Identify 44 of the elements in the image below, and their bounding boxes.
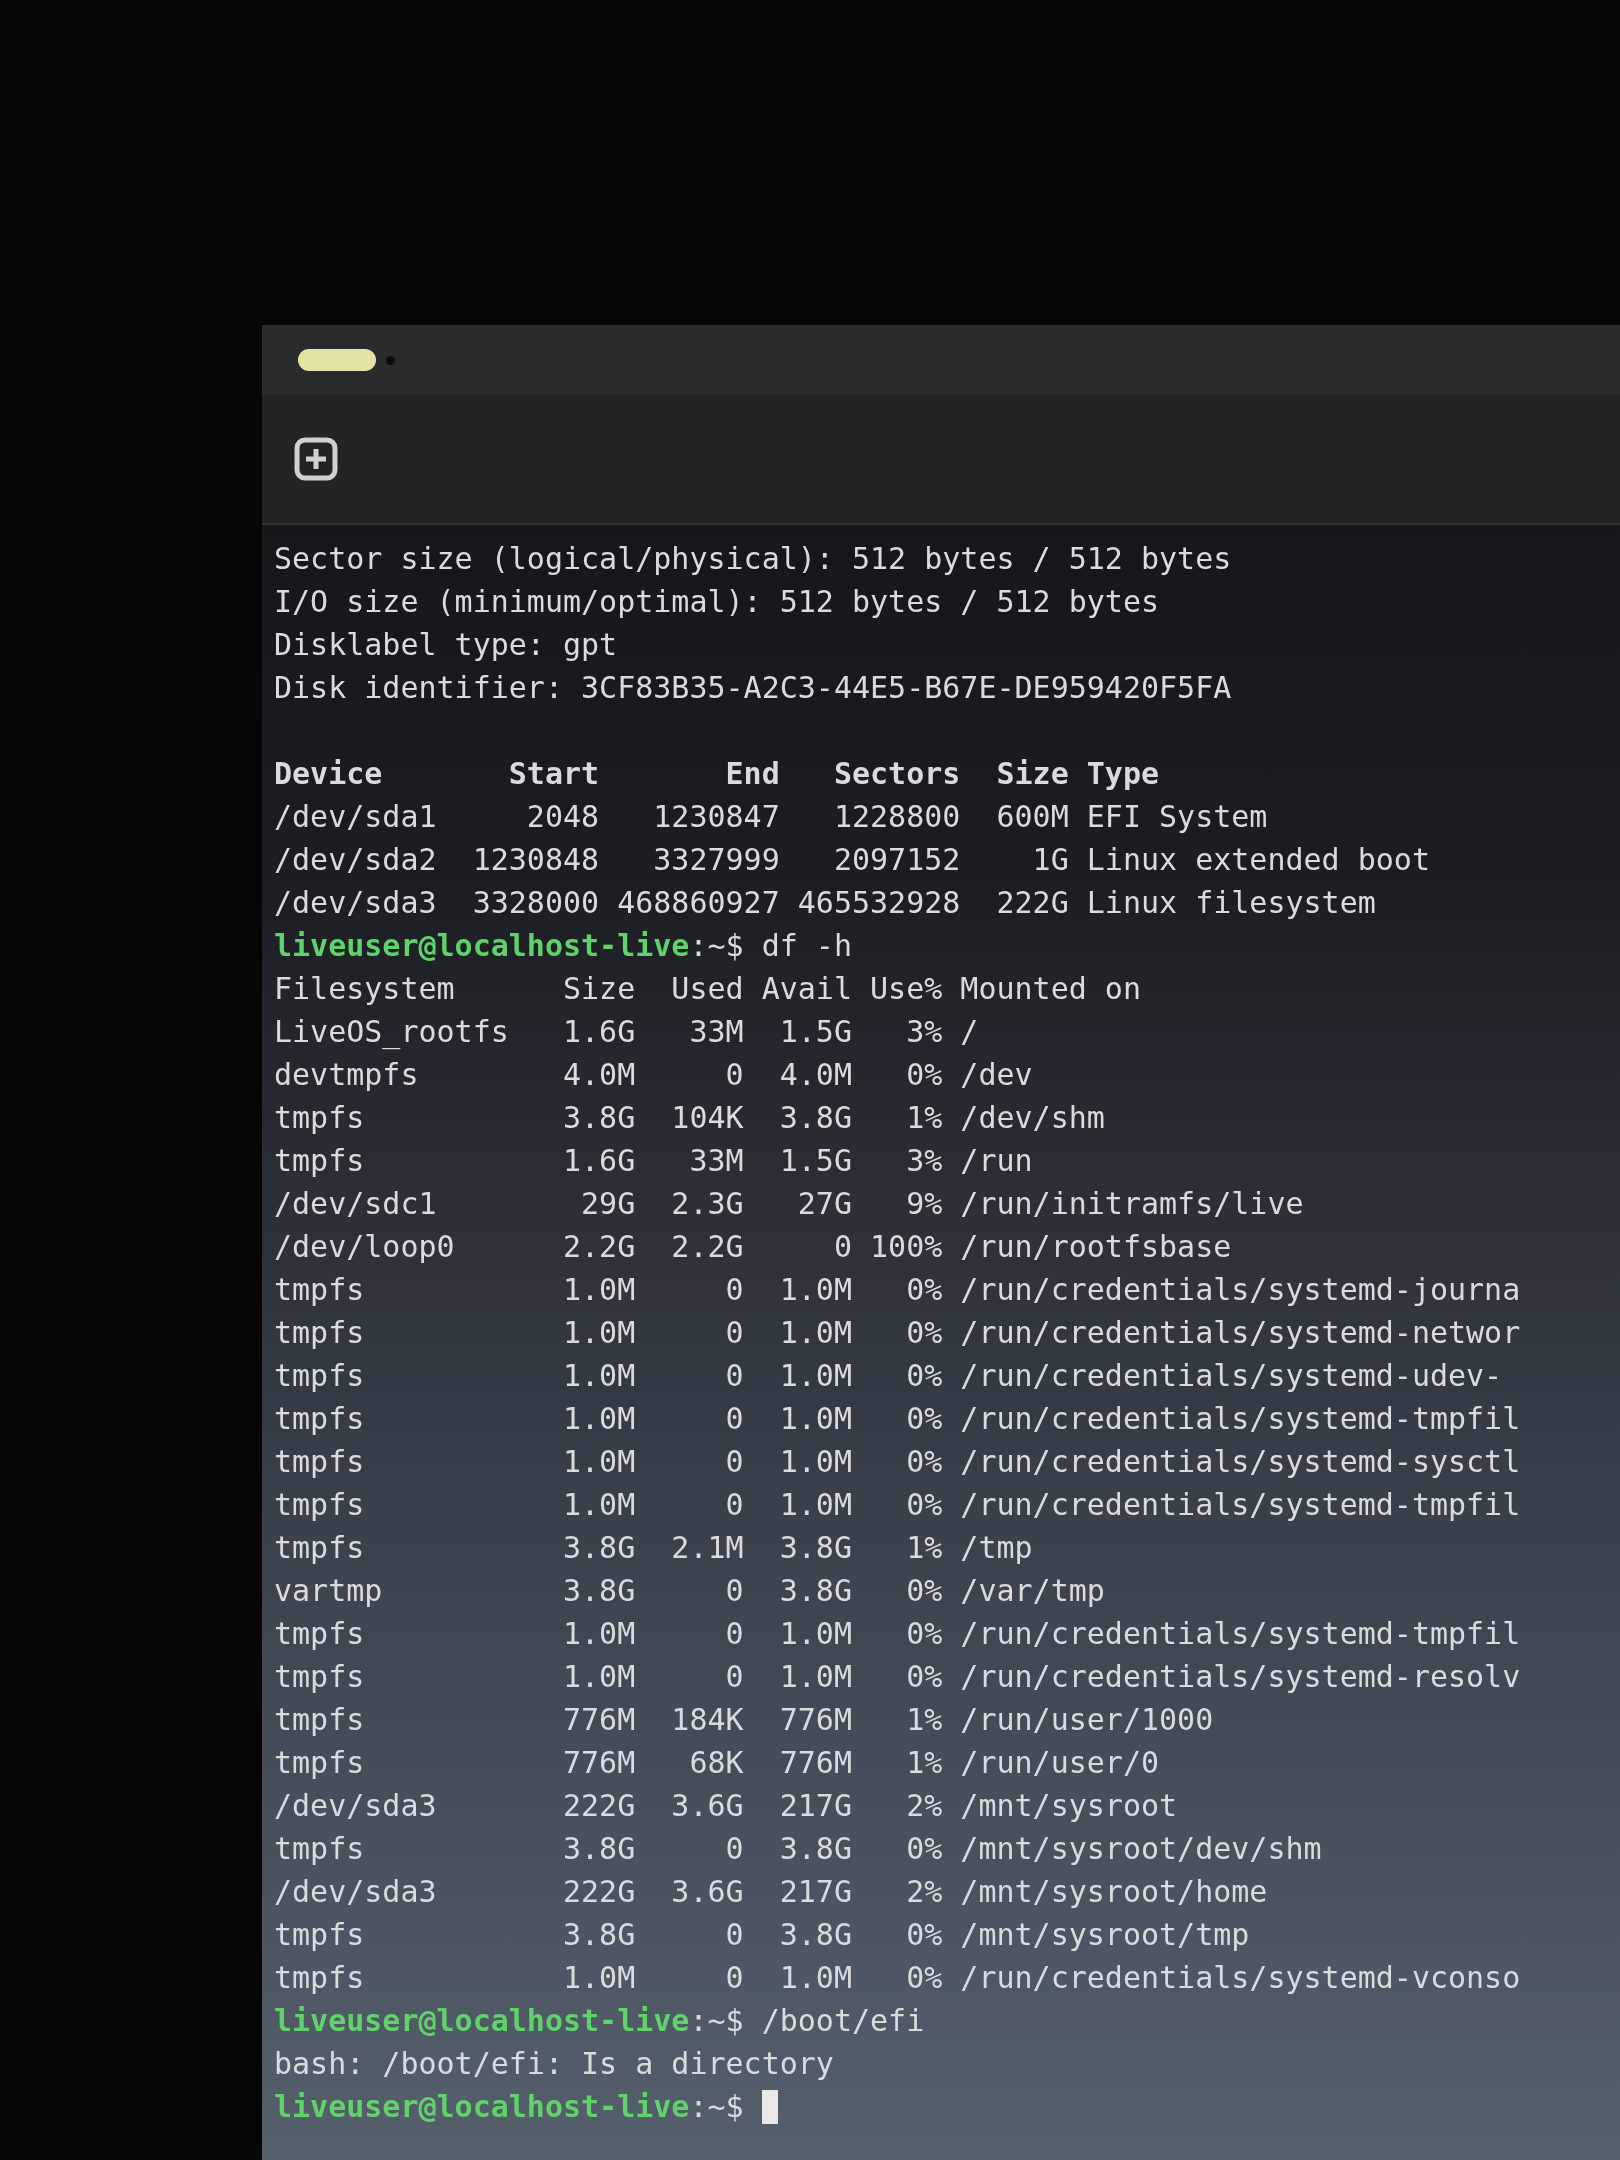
output-line: tmpfs 776M 184K 776M 1% /run/user/1000: [274, 1701, 1214, 1739]
output-line: /dev/sda3 3328000 468860927 465532928 222G Linux filesystem: [274, 884, 1376, 922]
output-line: tmpfs 1.0M 0 1.0M 0% /run/credentials/systemd-tmpfil: [274, 1486, 1521, 1524]
prompt-user-host: liveuser@localhost-live: [274, 927, 690, 965]
output-line: /dev/sda3 222G 3.6G 217G 2% /mnt/sysroot: [274, 1787, 1178, 1825]
output-line: LiveOS_rootfs 1.6G 33M 1.5G 3% /: [274, 1013, 979, 1052]
prompt-user-host: liveuser@localhost-live: [274, 2002, 690, 2040]
prompt-path: :~$: [689, 927, 744, 965]
output-line: /dev/sdc1 29G 2.3G 27G 9% /run/initramfs/live: [274, 1185, 1304, 1223]
output-line: tmpfs 1.0M 0 1.0M 0% /run/credentials/systemd-resolv: [274, 1658, 1521, 1696]
prompt-path: :~$: [689, 2002, 744, 2040]
command-text: /boot/efi: [760, 2002, 925, 2040]
dot-icon: [386, 355, 395, 365]
output-line: tmpfs 3.8G 0 3.8G 0% /mnt/sysroot/tmp: [274, 1916, 1250, 1954]
output-line: tmpfs 3.8G 0 3.8G 0% /mnt/sysroot/dev/shm: [274, 1830, 1322, 1868]
prompt-path: :~$: [689, 2088, 744, 2126]
output-line: tmpfs 1.6G 33M 1.5G 3% /run: [274, 1142, 1033, 1180]
output-line: /dev/sda2 1230848 3327999 2097152 1G Linux extended boot: [274, 841, 1430, 879]
prompt-user-host: liveuser@localhost-live: [274, 2088, 690, 2126]
output-line: tmpfs 1.0M 0 1.0M 0% /run/credentials/systemd-journa: [274, 1271, 1521, 1309]
new-tab-icon[interactable]: [294, 437, 338, 481]
output-line: I/O size (minimum/optimal): 512 bytes / 512 bytes: [274, 583, 1159, 621]
output-line: devtmpfs 4.0M 0 4.0M 0% /dev: [274, 1056, 1033, 1094]
output-line: tmpfs 3.8G 104K 3.8G 1% /dev/shm: [274, 1099, 1105, 1137]
command-text: df -h: [760, 927, 852, 965]
output-line: tmpfs 1.0M 0 1.0M 0% /run/credentials/systemd-tmpfil: [274, 1400, 1521, 1438]
output-line: tmpfs 1.0M 0 1.0M 0% /run/credentials/systemd-tmpfil: [274, 1615, 1521, 1653]
output-line: /dev/sda1 2048 1230847 1228800 600M EFI System: [274, 798, 1268, 836]
output-line: bash: /boot/efi: Is a directory: [274, 2045, 834, 2083]
output-line: tmpfs 1.0M 0 1.0M 0% /run/credentials/systemd-udev-: [274, 1357, 1503, 1395]
output-line: tmpfs 1.0M 0 1.0M 0% /run/credentials/systemd-networ: [274, 1314, 1521, 1352]
output-line: /dev/sda3 222G 3.6G 217G 2% /mnt/sysroot/home: [274, 1873, 1268, 1911]
output-line: tmpfs 1.0M 0 1.0M 0% /run/credentials/systemd-sysctl: [274, 1443, 1521, 1481]
output-line: Disklabel type: gpt: [274, 626, 618, 664]
output-line: /dev/loop0 2.2G 2.2G 0 100% /run/rootfsbase: [274, 1228, 1232, 1266]
table-header: Device Start End Sectors Size Type: [274, 755, 1159, 793]
output-line: vartmp 3.8G 0 3.8G 0% /var/tmp: [274, 1572, 1105, 1610]
output-line: tmpfs 3.8G 2.1M 3.8G 1% /tmp: [274, 1529, 1033, 1567]
activity-indicator-icon: [298, 349, 376, 371]
output-line: tmpfs 1.0M 0 1.0M 0% /run/credentials/systemd-vconso: [274, 1959, 1521, 1997]
output-line: Disk identifier: 3CF83B35-A2C3-44E5-B67E-DE959420F5FA: [274, 669, 1232, 707]
output-line: tmpfs 776M 68K 776M 1% /run/user/0: [274, 1744, 1159, 1782]
output-line: Filesystem Size Used Avail Use% Mounted on: [274, 970, 1141, 1008]
output-line: Sector size (logical/physical): 512 bytes / 512 bytes: [274, 540, 1232, 578]
